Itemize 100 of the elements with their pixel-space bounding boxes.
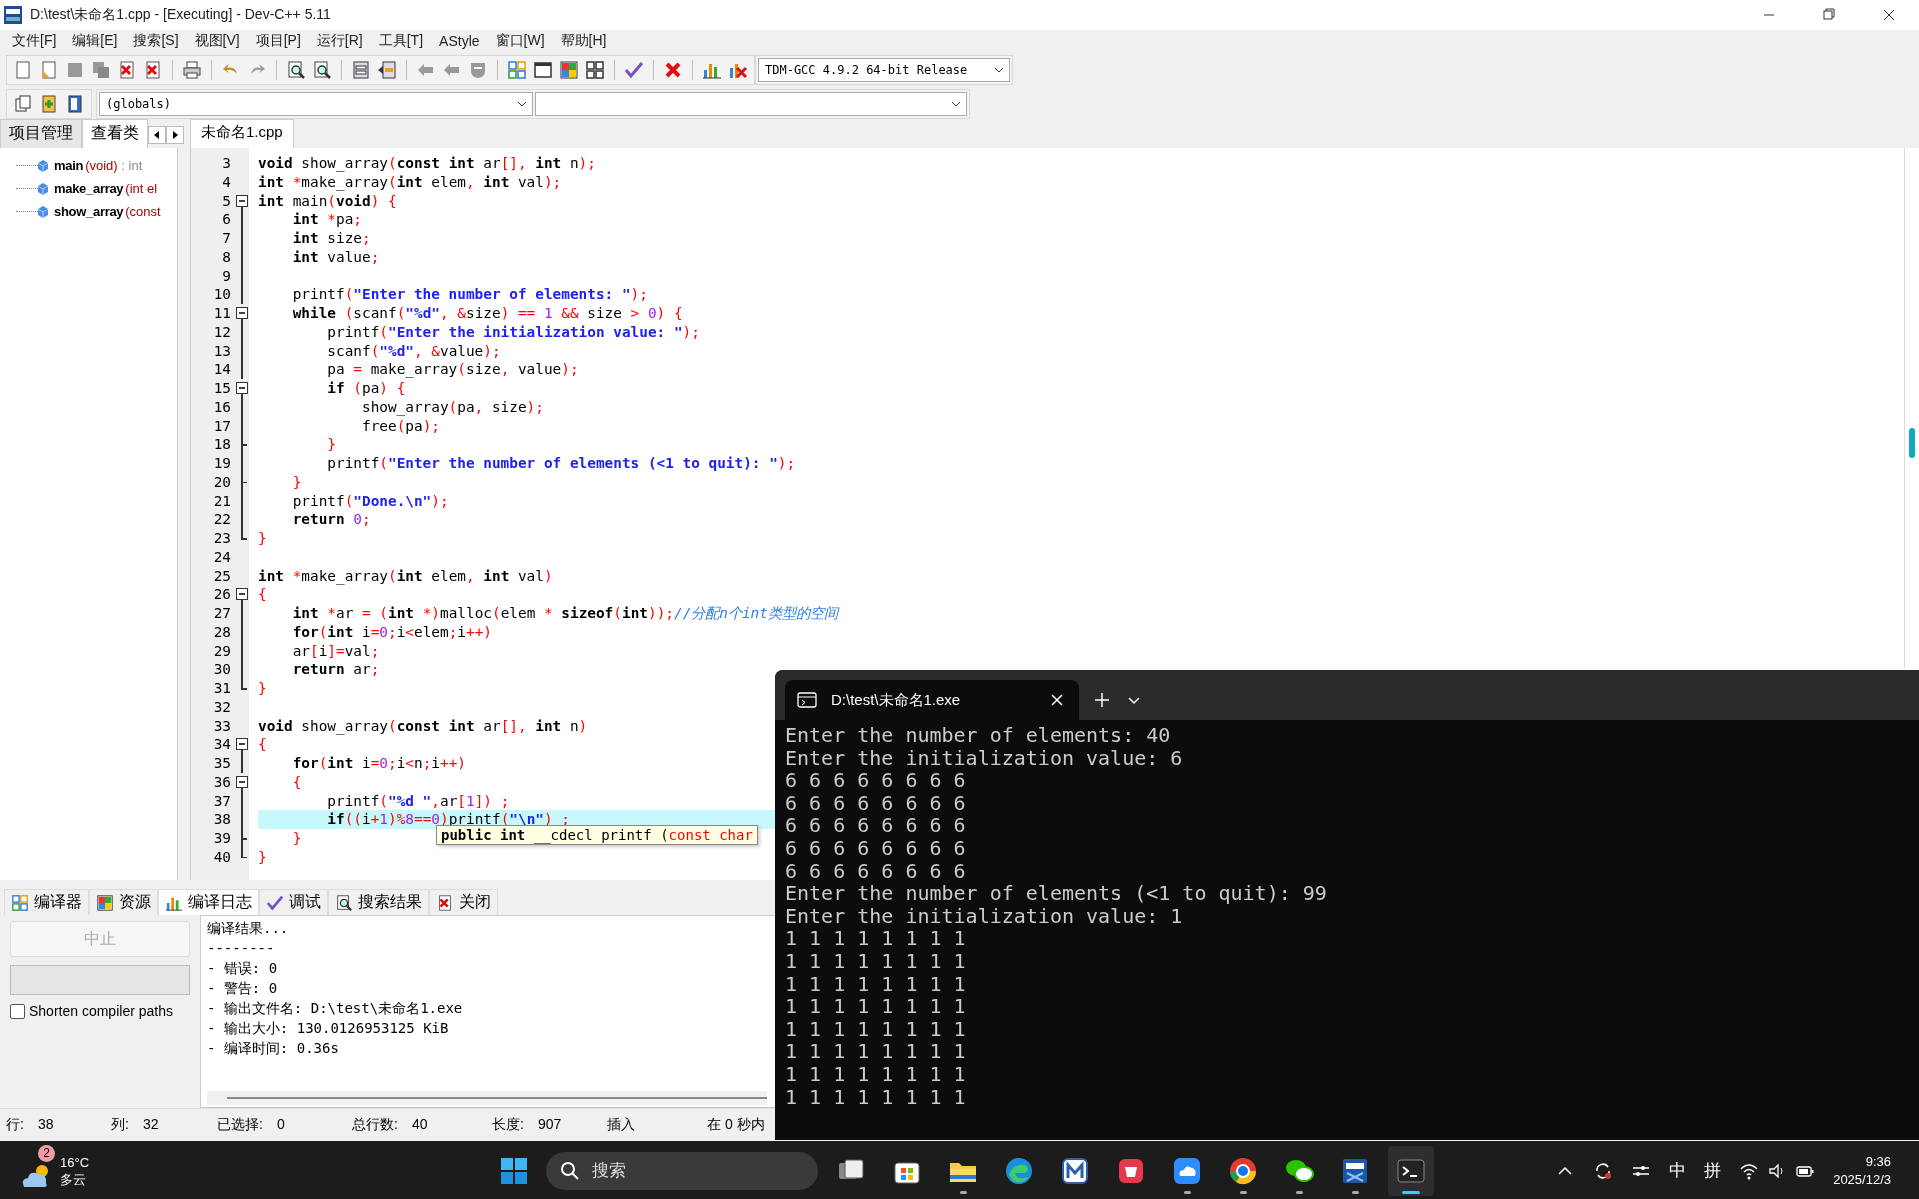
- menu-item[interactable]: 窗口[W]: [487, 32, 553, 50]
- menu-item[interactable]: 项目[P]: [247, 32, 309, 50]
- panel-tab[interactable]: 查看类: [82, 119, 148, 148]
- file-tab[interactable]: 未命名1.cpp: [190, 119, 294, 148]
- scope-dropdown[interactable]: (globals): [99, 92, 533, 116]
- panel-tab[interactable]: 资源: [89, 889, 158, 915]
- shield-icon[interactable]: [468, 60, 488, 80]
- book-icon[interactable]: [65, 94, 85, 114]
- terminal-line: 1 1 1 1 1 1 1 1: [785, 972, 966, 996]
- fold-minus-icon[interactable]: [236, 775, 248, 788]
- window-title: D:\test\未命名1.cpp - [Executing] - Dev-C++ 5.11: [30, 6, 331, 24]
- fold-minus-icon[interactable]: [236, 588, 248, 601]
- tree-item[interactable]: show_array(const: [54, 204, 161, 219]
- window-icon[interactable]: [533, 60, 553, 80]
- code-line: int *make_array(int elem, int val): [258, 566, 553, 586]
- code-line: show_array(pa, size);: [360, 397, 544, 417]
- line-number: 26: [212, 585, 232, 604]
- status-value: 0: [276, 1116, 285, 1134]
- scroll-left-button[interactable]: [148, 126, 166, 144]
- code-line: printf("Enter the number of elements: ");: [291, 285, 648, 304]
- menu-item[interactable]: 编辑[E]: [64, 32, 126, 50]
- panel-tab[interactable]: 项目管理: [0, 119, 82, 148]
- line-number: 13: [212, 341, 232, 361]
- panel-tab[interactable]: 关闭: [429, 889, 498, 915]
- code-line: {: [258, 735, 267, 754]
- line-number: 32: [212, 697, 232, 717]
- menu-item[interactable]: 视图[V]: [186, 32, 248, 50]
- line-number: 34: [212, 735, 232, 754]
- cross-icon[interactable]: [663, 60, 683, 80]
- line-number: 18: [212, 435, 232, 454]
- tree-item[interactable]: make_array(int el: [54, 181, 158, 196]
- terminal-tab[interactable]: D:\test\未命名1.exe: [785, 680, 1079, 720]
- tree-item[interactable]: main(void) : int: [54, 158, 143, 173]
- menu-item[interactable]: 文件[F]: [4, 32, 65, 50]
- line-number: 33: [212, 716, 232, 736]
- windows-logo-icon[interactable]: [500, 1156, 528, 1185]
- code-line: free(pa);: [360, 416, 440, 436]
- line-number: 9: [221, 266, 232, 286]
- clock-time[interactable]: 9:36: [1865, 1152, 1891, 1171]
- panel-arrow-icon[interactable]: [377, 60, 397, 80]
- copy-page-icon[interactable]: [13, 94, 33, 114]
- right-triangle-icon: [171, 131, 179, 139]
- line-number: 38: [212, 810, 232, 829]
- color-window-icon[interactable]: [559, 60, 579, 80]
- plus-icon[interactable]: [1093, 691, 1111, 709]
- menu-item[interactable]: 搜索[S]: [125, 32, 187, 50]
- menu-item[interactable]: 帮助[H]: [552, 32, 615, 50]
- horizontal-scrollbar[interactable]: [207, 1091, 767, 1105]
- check-icon: [266, 893, 284, 912]
- add-page-icon[interactable]: [39, 94, 59, 114]
- compiler-dropdown[interactable]: TDM-GCC 4.9.2 64-bit Release: [758, 58, 1010, 82]
- line-number: 3: [221, 154, 232, 173]
- find-icon[interactable]: [286, 60, 306, 80]
- checkbox-label[interactable]: Shorten compiler paths: [29, 1003, 173, 1019]
- printer-icon[interactable]: [182, 60, 202, 80]
- status-label: 插入: [607, 1116, 635, 1134]
- code-line: int size;: [291, 229, 371, 248]
- menu-item[interactable]: AStyle: [431, 33, 488, 49]
- code-line: int *make_array(int elem, int val);: [258, 172, 562, 192]
- page-cross-icon[interactable]: [117, 60, 137, 80]
- status-label: 长度:: [492, 1116, 524, 1134]
- weather-text: 多云: [60, 1170, 87, 1188]
- input-method-indicator[interactable]: 中: [1669, 1159, 1687, 1182]
- panel-tab[interactable]: 编译器: [4, 889, 89, 915]
- line-number: 37: [212, 791, 232, 811]
- code-line: }: [291, 472, 302, 492]
- menu-item[interactable]: 工具[T]: [370, 32, 432, 50]
- scroll-right-button[interactable]: [166, 126, 184, 144]
- checkbox[interactable]: [10, 1003, 25, 1019]
- check-icon[interactable]: [624, 60, 644, 80]
- fold-minus-icon[interactable]: [236, 738, 248, 751]
- line-number: 31: [212, 679, 232, 698]
- panel-tab[interactable]: 搜索结果: [328, 889, 429, 915]
- status-value: 907: [537, 1116, 562, 1134]
- line-number: 12: [212, 322, 232, 342]
- cube-icon: [38, 205, 48, 218]
- code-line: if (pa) {: [326, 379, 406, 398]
- panel-tab[interactable]: 调试: [259, 889, 328, 915]
- line-number: 14: [212, 360, 232, 379]
- panel-icon[interactable]: [351, 60, 371, 80]
- line-number: 21: [212, 491, 232, 511]
- line-number: 7: [221, 229, 232, 248]
- input-method-indicator[interactable]: 拼: [1704, 1159, 1722, 1182]
- terminal-line: 1 1 1 1 1 1 1 1: [785, 1062, 966, 1086]
- pages-cross-icon[interactable]: [143, 60, 163, 80]
- disks-icon[interactable]: [91, 60, 111, 80]
- panel-tab[interactable]: 编译日志: [158, 889, 259, 915]
- grid-icon[interactable]: [585, 60, 605, 80]
- color-grid-icon[interactable]: [507, 60, 527, 80]
- taskbar-app[interactable]: [1388, 1145, 1434, 1196]
- console-icon: [797, 690, 817, 710]
- search-field[interactable]: 搜索: [546, 1151, 818, 1190]
- replace-icon[interactable]: [312, 60, 332, 80]
- sync-icon[interactable]: [1593, 1160, 1614, 1181]
- fold-minus-icon[interactable]: [236, 194, 248, 207]
- clock-date[interactable]: 2025/12/3: [1833, 1170, 1891, 1189]
- code-line: ar[i]=val;: [291, 641, 380, 661]
- menu-item[interactable]: 运行[R]: [308, 32, 371, 50]
- fold-minus-icon[interactable]: [236, 382, 248, 394]
- fold-minus-icon[interactable]: [236, 307, 248, 319]
